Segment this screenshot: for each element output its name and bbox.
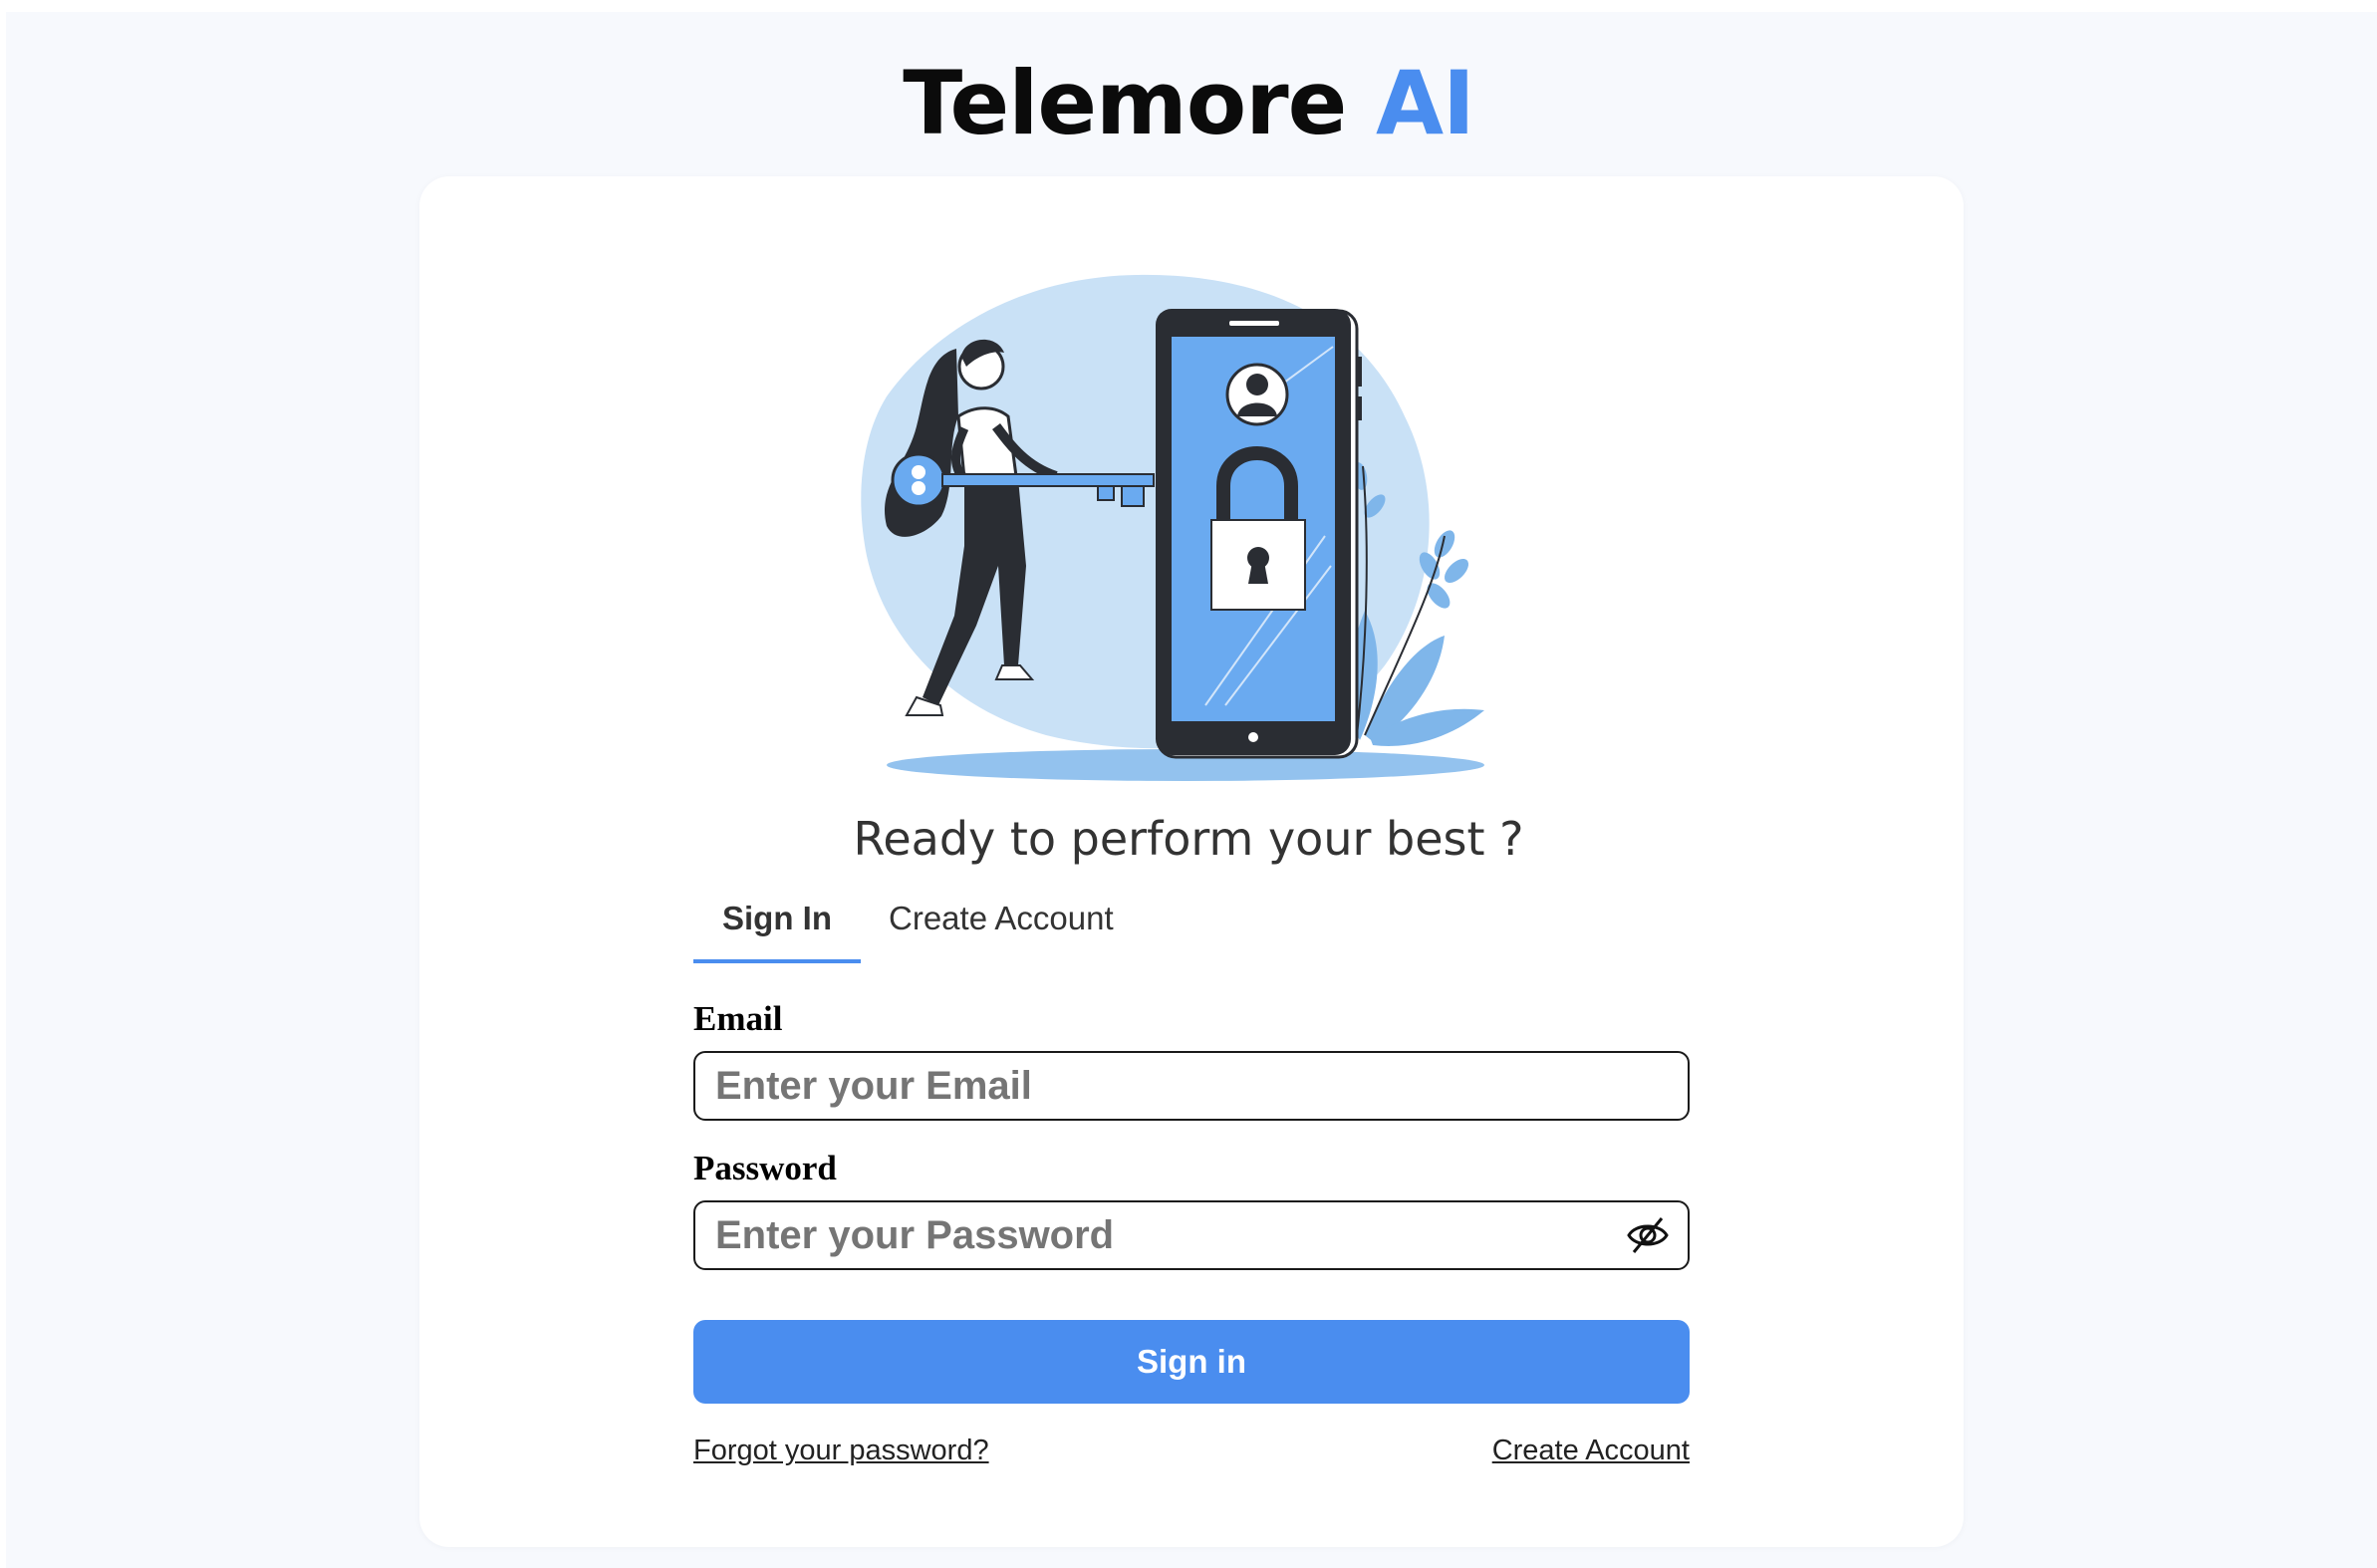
email-label: Email [693,999,783,1038]
sign-in-button[interactable]: Sign in [693,1320,1690,1404]
forgot-password-link[interactable]: Forgot your password? [693,1431,989,1470]
brand-accent: AI [1375,52,1475,154]
brand-logo: Telemore AI [0,52,2377,155]
password-label: Password [693,1149,837,1187]
create-account-link[interactable]: Create Account [1492,1431,1690,1470]
brand-name: Telemore [903,52,1347,154]
eye-slash-icon[interactable] [1626,1215,1670,1255]
password-field-box [693,1200,1690,1270]
tab-sign-in[interactable]: Sign In [693,894,861,963]
email-field[interactable] [715,1053,1632,1119]
phone [1156,309,1362,759]
headline: Ready to perform your best ? [853,812,1524,866]
phone-lock-key-illustration [861,274,1484,781]
email-field-box [693,1051,1690,1121]
tab-create-account[interactable]: Create Account [889,894,1114,963]
password-field[interactable] [715,1202,1632,1268]
